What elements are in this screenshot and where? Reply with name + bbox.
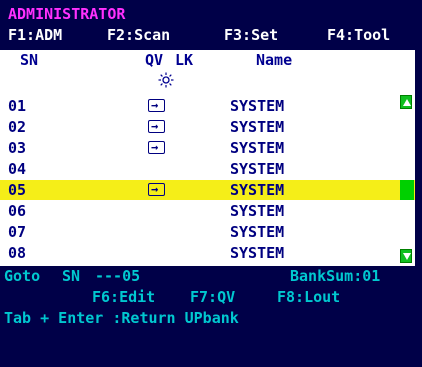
quick-view-icon[interactable] [148,137,165,157]
return-upbank-hint: Tab + Enter :Return UPbank [4,309,239,327]
station-number: 05 [8,181,27,199]
station-list: SN QV LK Name 01SYSTEM02SYSTEM03SYSTEM04… [0,50,415,266]
column-header-qv: QV [145,51,164,69]
list-item[interactable]: 05 SYSTEM [0,179,415,200]
osd-title: ADMINISTRATOR [8,5,126,23]
station-number: 02 [8,118,27,136]
quick-view-icon[interactable] [148,179,165,199]
list-item[interactable]: 02 SYSTEM [0,116,415,137]
goto-label: Goto [4,267,41,285]
f3-set-key[interactable]: F3:Set [224,25,278,45]
station-number: 03 [8,139,27,157]
list-item[interactable]: 06 SYSTEM [0,201,415,221]
f2-scan-key[interactable]: F2:Scan [107,25,170,45]
banksum-label: BankSum:01 [290,267,381,285]
f6-edit-key[interactable]: F6:Edit [92,287,155,307]
column-header-lk: LK [175,51,194,69]
station-name: SYSTEM [230,118,285,136]
list-item[interactable]: 04 SYSTEM [0,159,415,179]
station-name: SYSTEM [230,160,285,178]
station-number: 04 [8,160,27,178]
goto-bar: Goto SN ---05 BankSum:01 [0,266,422,286]
column-header-sn: SN [20,51,39,69]
arrow-up-icon [403,99,411,106]
list-item[interactable]: 08 SYSTEM [0,243,415,263]
f4-tool-key[interactable]: F4:Tool [327,25,390,45]
function-key-bar: F1:ADM F2:Scan F3:Set F4:Tool [0,25,422,45]
quick-view-icon[interactable] [148,116,165,136]
station-name: SYSTEM [230,97,285,115]
function-key-footer: F6:Edit F7:QV F8:Lout [0,287,422,307]
column-header-name: Name [256,51,293,69]
station-number: 01 [8,97,27,115]
list-item[interactable]: 07 SYSTEM [0,222,415,242]
list-item[interactable]: 01 SYSTEM [0,95,415,116]
goto-sn-input[interactable]: ---05 [95,266,140,286]
station-name: SYSTEM [230,202,285,220]
station-number: 06 [8,202,27,220]
arrow-down-icon [403,253,411,260]
scroll-up-button[interactable] [400,95,412,109]
scroll-down-button[interactable] [400,249,412,263]
scrollbar-thumb[interactable] [400,180,414,200]
f8-lout-key[interactable]: F8:Lout [277,287,340,307]
station-number: 07 [8,223,27,241]
hint-bar: Tab + Enter :Return UPbank [0,308,422,328]
list-header: SN QV LK Name [0,50,422,88]
f1-adm-key[interactable]: F1:ADM [8,25,62,45]
f7-qv-key[interactable]: F7:QV [190,287,235,307]
station-name: SYSTEM [230,223,285,241]
quick-view-icon[interactable] [148,95,165,115]
goto-sn-label: SN [62,267,81,285]
station-name: SYSTEM [230,244,285,262]
station-number: 08 [8,244,27,262]
station-name: SYSTEM [230,139,285,157]
station-name: SYSTEM [230,181,285,199]
list-item[interactable]: 03 SYSTEM [0,137,415,158]
